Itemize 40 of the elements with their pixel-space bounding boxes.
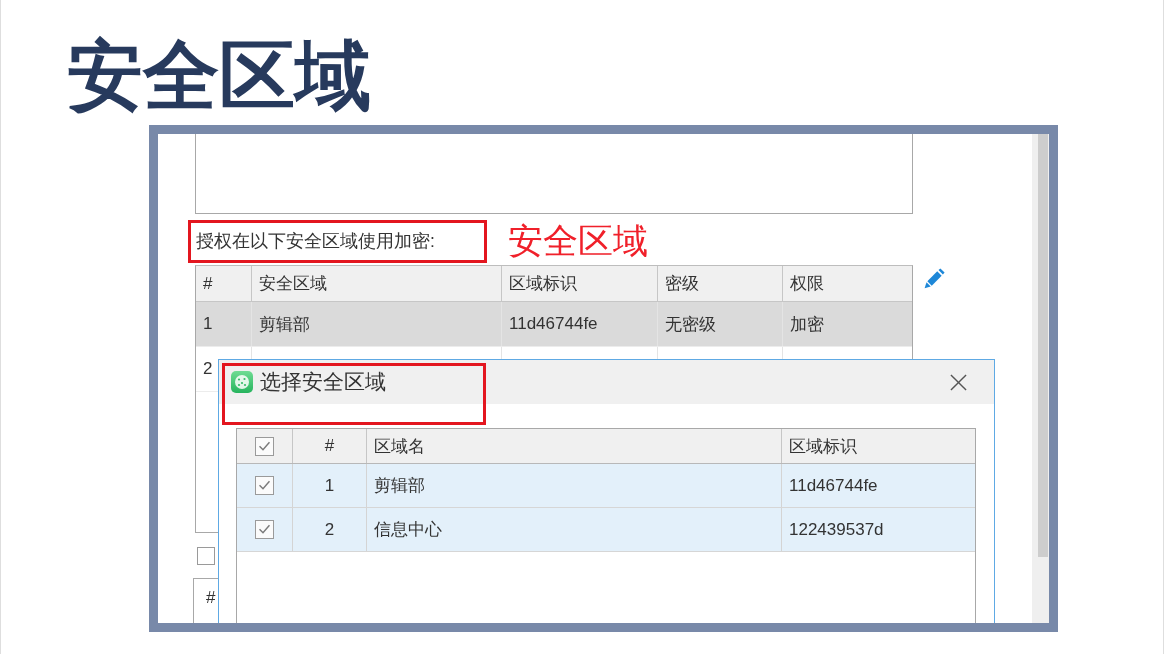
table-cell: 信息中心	[367, 508, 782, 551]
column-header[interactable]: 区域名	[367, 429, 782, 463]
table-cell: 剪辑部	[367, 464, 782, 507]
column-header[interactable]: #	[194, 579, 219, 617]
table-cell-text: 无密级	[665, 313, 716, 336]
field-label: 授权在以下安全区域使用加密:	[196, 231, 435, 251]
table-row[interactable]: 1 剪辑部 11d46744fe	[237, 464, 975, 508]
table-cell-text: 剪辑部	[259, 313, 310, 336]
column-header[interactable]: 权限	[783, 266, 912, 301]
close-icon[interactable]	[950, 373, 967, 391]
annotation-label: 安全区域	[508, 221, 648, 261]
table-row[interactable]: 1 剪辑部 11d46744fe 无密级 加密	[196, 302, 912, 347]
table-cell: 2	[293, 508, 367, 551]
checkbox[interactable]	[255, 476, 274, 495]
table-cell: 1	[293, 464, 367, 507]
checkmark-icon	[259, 480, 270, 490]
table-cell-text: 加密	[790, 313, 824, 336]
dialog-title: 选择安全区域	[260, 369, 386, 395]
table-cell-text: 122439537d	[788, 518, 885, 541]
scrollbar[interactable]	[1032, 134, 1049, 623]
app-icon	[231, 371, 253, 393]
checkbox[interactable]	[197, 547, 215, 565]
table-cell-text: 11d46744fe	[788, 474, 879, 497]
checkbox[interactable]	[255, 436, 274, 456]
column-header[interactable]: 区域标识	[782, 429, 975, 463]
column-header[interactable]: 区域标识	[502, 266, 658, 301]
checkmark-icon	[259, 440, 270, 451]
slide-title: 安全区域	[67, 36, 371, 116]
column-header[interactable]: #	[293, 429, 367, 463]
pencil-icon[interactable]	[924, 268, 945, 289]
table-row[interactable]: 2 信息中心 122439537d	[237, 508, 975, 552]
column-header[interactable]: #	[196, 266, 252, 301]
scrollbar-thumb[interactable]	[1038, 134, 1048, 557]
checkbox[interactable]	[255, 520, 274, 539]
table-cell: 2	[203, 359, 213, 379]
table-cell: 11d46744fe	[509, 314, 598, 334]
column-header[interactable]: 安全区域	[252, 266, 502, 301]
table-cell: 1	[203, 314, 213, 334]
column-header[interactable]: 密级	[658, 266, 783, 301]
checkmark-icon	[259, 524, 270, 534]
